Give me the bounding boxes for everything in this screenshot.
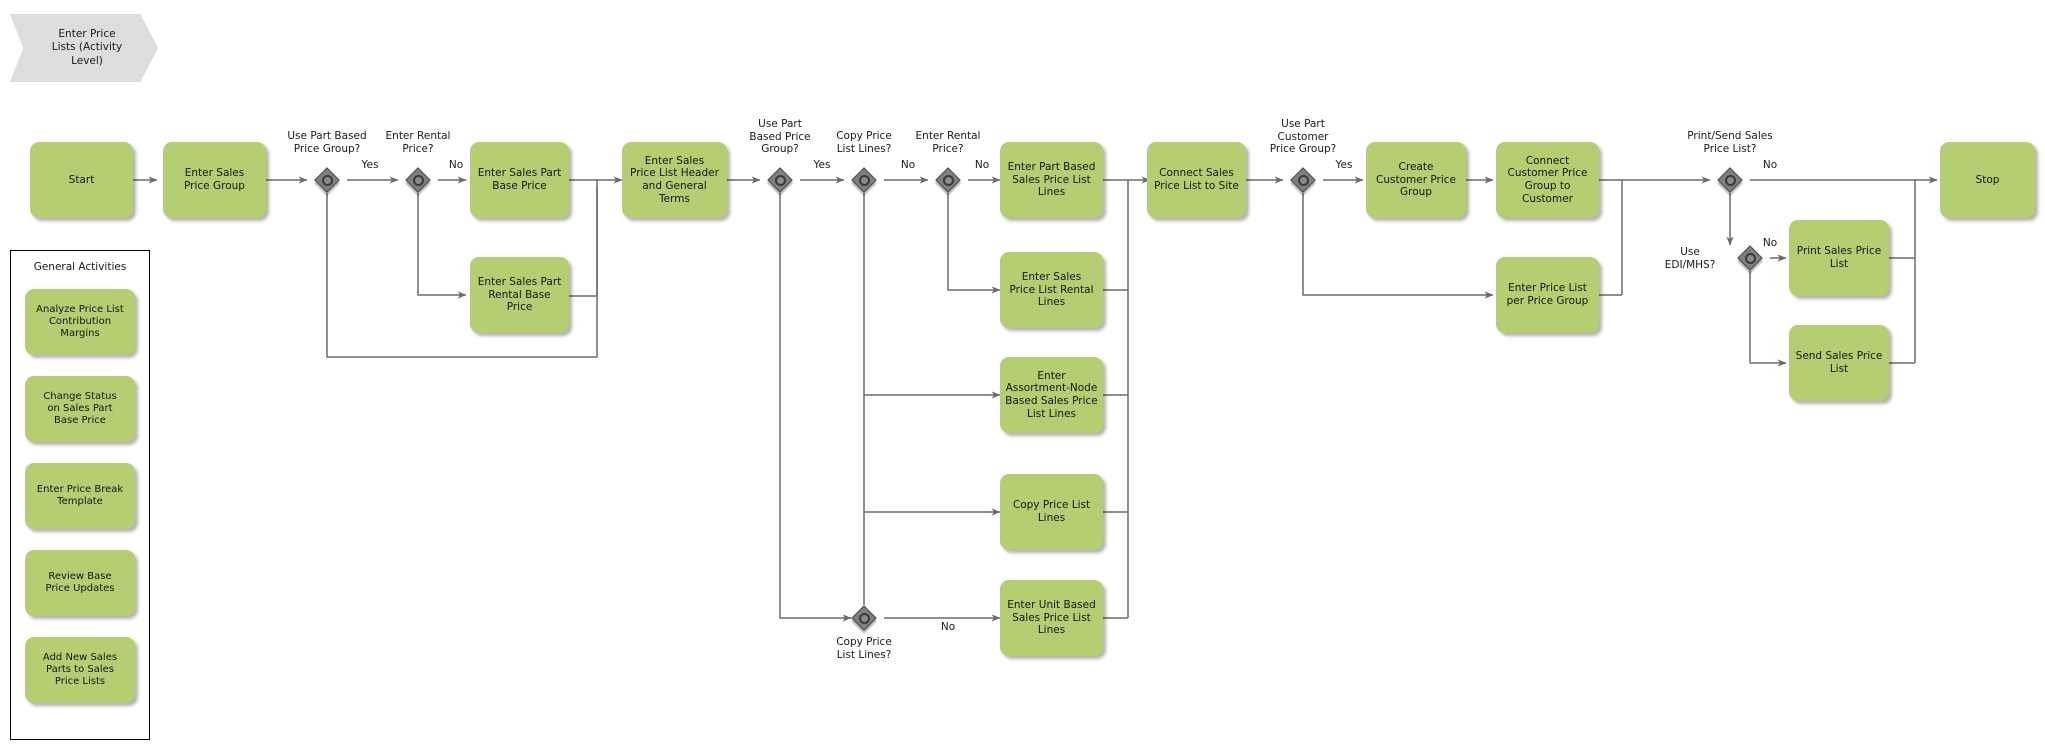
task-start[interactable]: Start <box>30 142 133 218</box>
gateway-inclusive-ring-icon <box>1744 252 1756 264</box>
task-label: Enter Unit Based Sales Price List Lines <box>1007 599 1096 637</box>
edge-label-no-copy-lines-1: No <box>900 159 916 171</box>
task-label: Enter Price List per Price Group <box>1506 282 1589 307</box>
gateway-label-use-edi-mhs: Use EDI/MHS? <box>1664 246 1716 271</box>
diagram-title-text: Enter Price Lists (Activity Level) <box>51 28 123 67</box>
gateway-label-enter-rental-price-1: Enter Rental Price? <box>385 130 451 155</box>
flowchart-canvas: Enter Price Lists (Activity Level) Gener… <box>0 0 2045 750</box>
task-enter-sales-price-group[interactable]: Enter Sales Price Group <box>163 142 266 218</box>
task-label: Send Sales Price List <box>1795 350 1883 375</box>
edge-label-no-edi-mhs: No <box>1762 237 1778 249</box>
gateway-inclusive-ring-icon <box>858 612 870 624</box>
gateway-copy-price-list-lines-2[interactable] <box>851 605 877 631</box>
gateway-label-print-send-sales-price-list: Print/Send Sales Price List? <box>1687 130 1773 155</box>
task-send-sales-price-list[interactable]: Send Sales Price List <box>1789 325 1889 401</box>
task-label: Review Base Price Updates <box>45 571 115 594</box>
gateway-label-use-part-customer-price-group: Use Part Customer Price Group? <box>1269 118 1337 156</box>
task-connect-customer-price-group-to-customer[interactable]: Connect Customer Price Group to Customer <box>1496 142 1599 218</box>
task-label: Change Status on Sales Part Base Price <box>43 391 117 426</box>
edge-label-no-print-send: No <box>1762 159 1778 171</box>
edge-label-yes-customer-pg: Yes <box>1335 159 1353 171</box>
gateway-label-enter-rental-price-2: Enter Rental Price? <box>915 130 981 155</box>
gateway-enter-rental-price-2[interactable] <box>935 167 961 193</box>
general-activity-review-base-price-updates[interactable]: Review Base Price Updates <box>25 550 135 616</box>
gateway-inclusive-ring-icon <box>858 174 870 186</box>
task-enter-unit-based-price-list-lines[interactable]: Enter Unit Based Sales Price List Lines <box>1000 580 1103 656</box>
general-activities-title: General Activities <box>33 261 127 273</box>
task-label: Connect Customer Price Group to Customer <box>1507 154 1588 205</box>
edge-label-yes-part-based-pg-2: Yes <box>813 159 831 171</box>
task-copy-price-list-lines[interactable]: Copy Price List Lines <box>1000 474 1103 550</box>
gateway-use-part-based-price-group[interactable] <box>314 167 340 193</box>
edge-label-no-copy-lines-2: No <box>940 621 956 633</box>
gateway-copy-price-list-lines-1[interactable] <box>851 167 877 193</box>
task-label: Copy Price List Lines <box>1012 499 1091 524</box>
task-label: Start <box>68 173 95 186</box>
task-print-sales-price-list[interactable]: Print Sales Price List <box>1789 220 1889 296</box>
edge-label-no-rental-price-2: No <box>974 159 990 171</box>
task-stop[interactable]: Stop <box>1940 142 2035 218</box>
gateway-inclusive-ring-icon <box>1724 174 1736 186</box>
task-label: Create Customer Price Group <box>1376 161 1456 199</box>
general-activity-analyze-margins[interactable]: Analyze Price List Contribution Margins <box>25 289 135 355</box>
task-label: Enter Sales Price List Rental Lines <box>1009 271 1094 309</box>
task-label: Analyze Price List Contribution Margins <box>36 304 124 339</box>
task-label: Enter Sales Price Group <box>184 167 245 192</box>
task-create-customer-price-group[interactable]: Create Customer Price Group <box>1366 142 1466 218</box>
task-enter-sales-part-base-price[interactable]: Enter Sales Part Base Price <box>470 142 569 218</box>
general-activity-price-break-template[interactable]: Enter Price Break Template <box>25 463 135 529</box>
gateway-inclusive-ring-icon <box>1297 174 1309 186</box>
edge-label-yes-part-based-pg: Yes <box>361 159 379 171</box>
gateway-use-part-based-price-group-2[interactable] <box>767 167 793 193</box>
task-label: Enter Sales Part Base Price <box>477 167 562 192</box>
task-enter-sales-part-rental-base-price[interactable]: Enter Sales Part Rental Base Price <box>470 257 569 333</box>
task-label: Enter Price Break Template <box>36 484 124 507</box>
gateway-inclusive-ring-icon <box>321 174 333 186</box>
task-label: Print Sales Price List <box>1796 245 1882 270</box>
gateway-enter-rental-price-1[interactable] <box>405 167 431 193</box>
gateway-inclusive-ring-icon <box>412 174 424 186</box>
general-activity-change-status[interactable]: Change Status on Sales Part Base Price <box>25 376 135 442</box>
gateway-use-part-customer-price-group[interactable] <box>1290 167 1316 193</box>
task-enter-price-list-per-price-group[interactable]: Enter Price List per Price Group <box>1496 257 1599 333</box>
gateway-print-send-sales-price-list[interactable] <box>1717 167 1743 193</box>
task-enter-price-list-rental-lines[interactable]: Enter Sales Price List Rental Lines <box>1000 252 1103 328</box>
gateway-label-copy-price-list-lines-2: Copy Price List Lines? <box>836 636 892 661</box>
general-activity-add-new-sales-parts[interactable]: Add New Sales Parts to Sales Price Lists <box>25 637 135 703</box>
task-label: Enter Sales Price List Header and Genera… <box>630 154 719 205</box>
gateway-inclusive-ring-icon <box>774 174 786 186</box>
task-label: Stop <box>1975 173 2000 186</box>
task-label: Enter Assortment-Node Based Sales Price … <box>1005 369 1098 420</box>
task-connect-price-list-to-site[interactable]: Connect Sales Price List to Site <box>1147 142 1246 218</box>
task-enter-price-list-header[interactable]: Enter Sales Price List Header and Genera… <box>622 142 727 218</box>
task-label: Enter Sales Part Rental Base Price <box>477 276 562 314</box>
gateway-inclusive-ring-icon <box>942 174 954 186</box>
task-enter-part-based-price-list-lines[interactable]: Enter Part Based Sales Price List Lines <box>1000 142 1103 218</box>
task-label: Enter Part Based Sales Price List Lines <box>1007 161 1096 199</box>
task-enter-assortment-node-based-lines[interactable]: Enter Assortment-Node Based Sales Price … <box>1000 357 1103 433</box>
diagram-title-banner: Enter Price Lists (Activity Level) <box>10 14 158 82</box>
task-label: Add New Sales Parts to Sales Price Lists <box>42 652 118 687</box>
edge-label-no-rental-price-1: No <box>448 159 464 171</box>
task-label: Connect Sales Price List to Site <box>1154 167 1239 192</box>
